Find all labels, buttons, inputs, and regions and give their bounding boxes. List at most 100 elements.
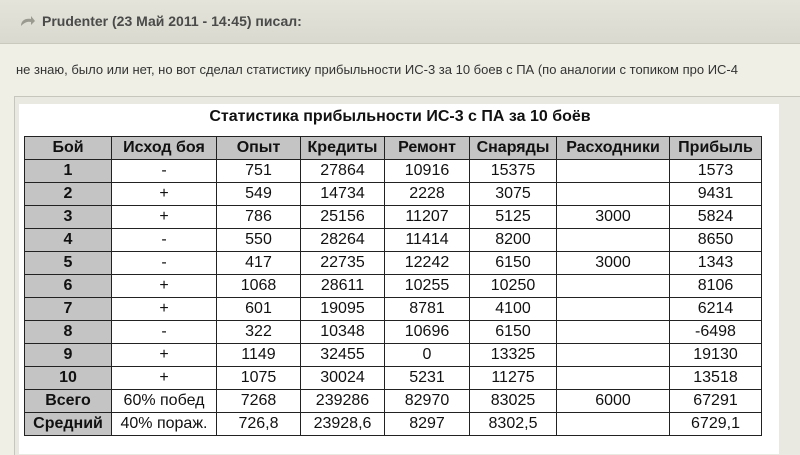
row-label: 6 <box>24 274 112 298</box>
table-cell: 1343 <box>669 251 762 275</box>
table-cell: 13325 <box>469 343 557 367</box>
table-row: 8-322 10348 10696 6150 -6498 <box>24 320 762 344</box>
table-cell: 10255 <box>384 274 470 298</box>
table-row: 10 +1075 30024 5231 11275 13518 <box>24 366 762 390</box>
quote-header: Prudenter (23 Май 2011 - 14:45) писал: <box>0 0 800 44</box>
table-cell: 6214 <box>669 297 762 321</box>
table-cell: + <box>111 366 217 390</box>
table-cell: + <box>111 274 217 298</box>
table-cell: 28264 <box>300 228 385 252</box>
table-cell: + <box>111 182 217 206</box>
table-cell: 19095 <box>300 297 385 321</box>
row-label: 4 <box>24 228 112 252</box>
table-cell: + <box>111 343 217 367</box>
table-cell <box>556 343 670 367</box>
col-header-shells: Снаряды <box>469 136 557 160</box>
table-cell: + <box>111 297 217 321</box>
table-cell: 11207 <box>384 205 470 229</box>
table-cell: 22735 <box>300 251 385 275</box>
table-cell: 6000 <box>556 389 670 413</box>
table-cell <box>556 366 670 390</box>
table-row: 5-417 22735 12242 6150 3000 1343 <box>24 251 762 275</box>
table-cell: 0 <box>384 343 470 367</box>
col-header-consumables: Расходники <box>556 136 670 160</box>
table-cell: 5824 <box>669 205 762 229</box>
table-title: Статистика прибыльности ИС-3 с ПА за 10 … <box>209 108 591 125</box>
table-cell: 10348 <box>300 320 385 344</box>
table-cell <box>556 320 670 344</box>
table-cell: 11275 <box>469 366 557 390</box>
table-row: 9 +1149 32455 0 13325 19130 <box>24 343 762 367</box>
table-cell: 239286 <box>300 389 385 413</box>
table-cell: 6150 <box>469 251 557 275</box>
table-row: 2 +549 14734 2228 3075 9431 <box>24 182 762 206</box>
row-label: Средний <box>24 412 112 436</box>
table-cell: 1075 <box>216 366 301 390</box>
table-cell: 4100 <box>469 297 557 321</box>
table-cell: 8302,5 <box>469 412 557 436</box>
table-cell: 67291 <box>669 389 762 413</box>
table-cell: 550 <box>216 228 301 252</box>
table-cell: 19130 <box>669 343 762 367</box>
quote-author: Prudenter (23 Май 2011 - 14:45) писал: <box>42 13 302 29</box>
table-cell: 83025 <box>469 389 557 413</box>
table-cell: 8200 <box>469 228 557 252</box>
row-label: 2 <box>24 182 112 206</box>
table-cell: 601 <box>216 297 301 321</box>
table-cell: 25156 <box>300 205 385 229</box>
table-cell: 8297 <box>384 412 470 436</box>
table-cell: 1573 <box>669 159 762 183</box>
table-cell: 3000 <box>556 205 670 229</box>
table-header-row: Бой Исход боя Опыт Кредиты Ремонт Снаряды Расх… <box>24 136 762 160</box>
table-cell: 9431 <box>669 182 762 206</box>
post-text: не знаю, было или нет, но вот сделал ста… <box>16 62 738 77</box>
col-header-repair: Ремонт <box>384 136 470 160</box>
table-cell: 10916 <box>384 159 470 183</box>
table-cell: 1149 <box>216 343 301 367</box>
table-row: 6 +1068 28611 10255 10250 8106 <box>24 274 762 298</box>
table-cell: + <box>111 205 217 229</box>
row-label: 10 <box>24 366 112 390</box>
table-cell: 3075 <box>469 182 557 206</box>
table-cell: 30024 <box>300 366 385 390</box>
table-cell: 32455 <box>300 343 385 367</box>
table-cell: 417 <box>216 251 301 275</box>
row-label: 3 <box>24 205 112 229</box>
table-cell: 23928,6 <box>300 412 385 436</box>
row-label: Всего <box>24 389 112 413</box>
table-cell <box>556 412 670 436</box>
table-cell: -6498 <box>669 320 762 344</box>
table-cell: 322 <box>216 320 301 344</box>
table-cell <box>556 297 670 321</box>
table-cell: 726,8 <box>216 412 301 436</box>
table-cell: 12242 <box>384 251 470 275</box>
row-label: 9 <box>24 343 112 367</box>
col-header-profit: Прибыль <box>669 136 762 160</box>
col-header-outcome: Исход боя <box>111 136 217 160</box>
table-cell: 1068 <box>216 274 301 298</box>
table-cell: 8650 <box>669 228 762 252</box>
table-cell: 786 <box>216 205 301 229</box>
table-cell: - <box>111 320 217 344</box>
table-cell: - <box>111 159 217 183</box>
table-cell <box>556 159 670 183</box>
table-row: Средний 40% пораж. 726,8 23928,6 8297 8302,5 6… <box>24 412 762 436</box>
table-cell: 60% побед <box>111 389 217 413</box>
row-label: 5 <box>24 251 112 275</box>
table-cell: 10250 <box>469 274 557 298</box>
table-cell: 5125 <box>469 205 557 229</box>
col-header-experience: Опыт <box>216 136 301 160</box>
table-cell <box>556 182 670 206</box>
table-cell: - <box>111 228 217 252</box>
table-cell: 5231 <box>384 366 470 390</box>
table-row: Всего 60% побед 7268 239286 82970 83025 6000 67… <box>24 389 762 413</box>
row-label: 8 <box>24 320 112 344</box>
table-cell: 14734 <box>300 182 385 206</box>
table-cell: 751 <box>216 159 301 183</box>
table-cell: 8106 <box>669 274 762 298</box>
table-cell: 11414 <box>384 228 470 252</box>
table-cell: 6729,1 <box>669 412 762 436</box>
table-cell: - <box>111 251 217 275</box>
table-cell: 549 <box>216 182 301 206</box>
table-cell: 2228 <box>384 182 470 206</box>
